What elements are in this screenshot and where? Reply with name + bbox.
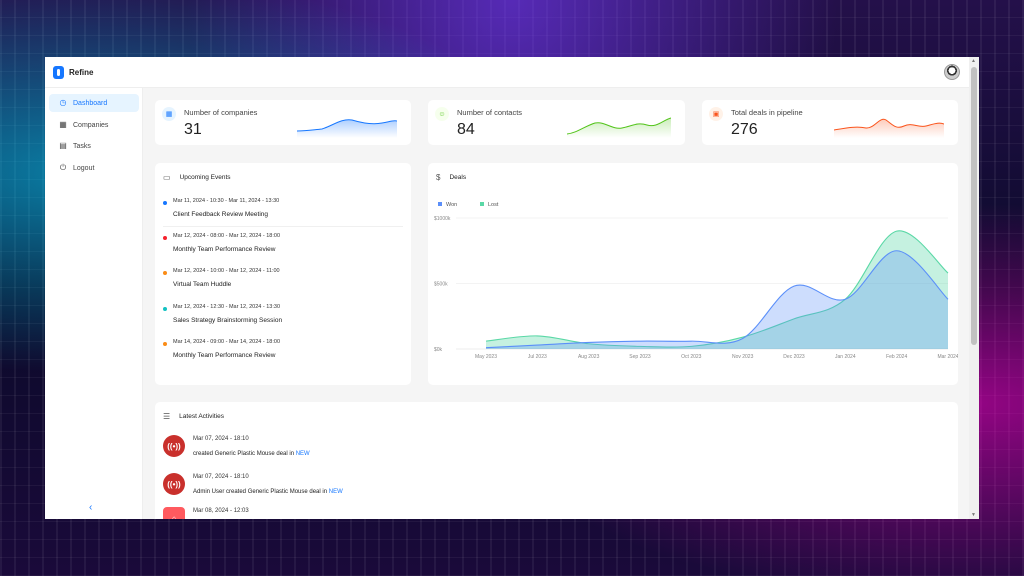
kpi-label: Number of companies xyxy=(184,108,258,117)
card-header: ▭ Upcoming Events xyxy=(163,173,231,182)
sidebar-item-dashboard[interactable]: ◷ Dashboard xyxy=(49,94,139,112)
card-header: ☰ Latest Activities xyxy=(163,412,224,421)
kpi-card-companies: ▦ Number of companies 31 xyxy=(155,100,411,145)
sidebar-item-companies[interactable]: ▦ Companies xyxy=(49,116,139,134)
x-tick-label: Mar 2024 xyxy=(937,354,958,360)
x-tick-label: May 2023 xyxy=(475,354,497,360)
divider xyxy=(163,226,403,227)
kpi-label: Total deals in pipeline xyxy=(731,108,803,117)
sidebar-item-logout[interactable]: ⏻ Logout xyxy=(49,159,139,177)
deals-card: $ Deals $0k $500k $1000k May 2023 Jul 2023 Au… xyxy=(428,163,958,385)
series-area-won xyxy=(486,250,948,349)
event-title: Client Feedback Review Meeting xyxy=(173,211,269,218)
event-date: Mar 12, 2024 - 12:30 - Mar 12, 2024 - 13… xyxy=(173,304,281,310)
logout-icon: ⏻ xyxy=(59,163,67,172)
card-title: Upcoming Events xyxy=(179,174,231,181)
sidebar-item-label: Logout xyxy=(73,164,95,172)
x-tick-label: Jul 2023 xyxy=(528,354,547,360)
x-tick-label: Dec 2023 xyxy=(783,354,805,360)
dashboard-icon: ◷ xyxy=(59,98,67,107)
main-content: ▦ Number of companies 31 ☺ Number of con… xyxy=(143,88,969,519)
brand[interactable]: Refine xyxy=(53,66,93,79)
sidebar: ◷ Dashboard ▦ Companies ▤ Tasks ⏻ Logout… xyxy=(45,88,143,519)
event-date: Mar 12, 2024 - 10:00 - Mar 12, 2024 - 11… xyxy=(173,268,280,274)
airbnb-logo-icon: ⌂ xyxy=(163,507,185,519)
company-logo-icon: ((•)) xyxy=(163,435,185,457)
app-window: Refine ◷ Dashboard ▦ Companies ▤ Tasks ⏻… xyxy=(45,57,979,519)
x-tick-label: Feb 2024 xyxy=(886,354,907,360)
refine-logo-icon xyxy=(53,66,64,79)
calendar-icon: ▭ xyxy=(163,173,171,182)
legend-label: Lost xyxy=(488,202,499,208)
sidebar-item-label: Tasks xyxy=(73,142,91,150)
event-dot xyxy=(163,271,167,275)
activity-time: Mar 07, 2024 - 18:10 xyxy=(193,436,249,442)
unordered-list-icon: ☰ xyxy=(163,412,171,421)
event-dot xyxy=(163,342,167,346)
x-tick-label: Sep 2023 xyxy=(629,354,651,360)
sidebar-item-tasks[interactable]: ▤ Tasks xyxy=(49,137,139,155)
legend-swatch xyxy=(480,202,484,206)
kpi-value: 31 xyxy=(184,121,202,138)
event-title: Monthly Team Performance Review xyxy=(173,246,276,253)
y-tick-label: $500k xyxy=(434,282,448,288)
shop-icon: ▦ xyxy=(162,107,176,121)
event-title: Monthly Team Performance Review xyxy=(173,352,276,359)
x-tick-label: Nov 2023 xyxy=(732,354,754,360)
x-tick-label: Oct 2023 xyxy=(681,354,702,360)
x-tick-label: Aug 2023 xyxy=(578,354,600,360)
kpi-sparkline xyxy=(567,117,671,138)
audit-icon: ▣ xyxy=(709,107,723,121)
vertical-scrollbar[interactable]: ▲ ▼ xyxy=(969,57,979,519)
legend-swatch xyxy=(438,202,442,206)
kpi-value: 276 xyxy=(731,121,758,138)
event-dot xyxy=(163,201,167,205)
sidebar-item-label: Companies xyxy=(73,121,109,129)
kpi-label: Number of contacts xyxy=(457,108,523,117)
event-title: Virtual Team Huddle xyxy=(173,281,232,288)
activity-description: created Generic Plastic Mouse deal in xyxy=(193,451,296,457)
legend-label: Won xyxy=(446,202,457,208)
latest-activities-card: ☰ Latest Activities ((•)) Mar 07, 2024 -… xyxy=(155,402,958,519)
event-dot xyxy=(163,236,167,240)
y-tick-label: $1000k xyxy=(434,216,451,222)
team-icon: ☺ xyxy=(435,107,449,121)
shop-icon: ▦ xyxy=(59,120,67,129)
deal-stage: NEW xyxy=(295,451,310,457)
collapse-sidebar-icon[interactable]: ‹ xyxy=(89,502,92,513)
event-date: Mar 14, 2024 - 09:00 - Mar 14, 2024 - 18… xyxy=(173,339,281,345)
activity-text: Admin User created Generic Plastic Mouse… xyxy=(193,489,343,495)
sidebar-item-label: Dashboard xyxy=(73,99,108,107)
x-tick-label: Jan 2024 xyxy=(835,354,856,360)
card-title: Latest Activities xyxy=(179,413,224,420)
app-title: Refine xyxy=(69,68,94,77)
kpi-value: 84 xyxy=(457,121,475,138)
activity-time: Mar 07, 2024 - 18:10 xyxy=(193,474,249,480)
scrollbar-thumb[interactable] xyxy=(971,67,977,345)
company-logo-icon: ((•)) xyxy=(163,473,185,495)
scroll-up-icon[interactable]: ▲ xyxy=(971,58,976,64)
kpi-card-contacts: ☺ Number of contacts 84 xyxy=(428,100,685,145)
deal-stage: NEW xyxy=(328,489,343,495)
project-icon: ▤ xyxy=(59,141,67,150)
header: Refine xyxy=(45,57,979,88)
activity-time: Mar 08, 2024 - 12:03 xyxy=(193,508,249,514)
event-title: Sales Strategy Brainstorming Session xyxy=(173,317,283,324)
upcoming-events-card: ▭ Upcoming Events Mar 11, 2024 - 10:30 -… xyxy=(155,163,411,385)
kpi-sparkline xyxy=(297,119,397,138)
event-dot xyxy=(163,307,167,311)
event-date: Mar 11, 2024 - 10:30 - Mar 11, 2024 - 13… xyxy=(173,198,280,204)
activity-description: Admin User created Generic Plastic Mouse… xyxy=(193,489,329,495)
scroll-down-icon[interactable]: ▼ xyxy=(971,512,976,518)
kpi-card-deals: ▣ Total deals in pipeline 276 xyxy=(702,100,958,145)
user-avatar[interactable] xyxy=(944,64,960,80)
deals-chart: $0k $500k $1000k May 2023 Jul 2023 Aug 2023 Se… xyxy=(434,202,958,360)
y-tick-label: $0k xyxy=(434,347,443,353)
activity-text: created Generic Plastic Mouse deal in NE… xyxy=(193,451,310,457)
event-date: Mar 12, 2024 - 08:00 - Mar 12, 2024 - 18… xyxy=(173,233,281,239)
kpi-sparkline xyxy=(834,118,944,138)
